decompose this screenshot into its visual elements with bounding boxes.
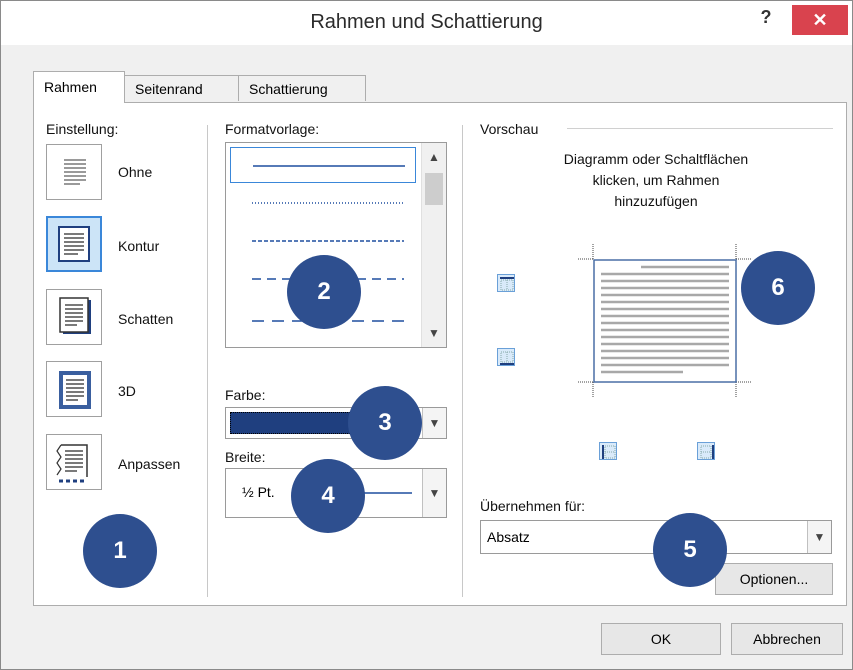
callout-marker-6: 6 <box>741 251 815 325</box>
borders-and-shading-dialog: Rahmen und Schattierung ? ✕ Rahmen Seite… <box>0 0 853 670</box>
color-header: Farbe: <box>225 387 266 403</box>
top-border-icon <box>500 277 514 291</box>
width-header: Breite: <box>225 449 266 465</box>
setting-shadow-button[interactable] <box>46 289 102 345</box>
setting-none-button[interactable] <box>46 144 102 200</box>
box-border-icon <box>58 226 90 262</box>
right-border-icon <box>700 445 714 459</box>
preview-diagram[interactable] <box>571 244 751 398</box>
tab-rahmen[interactable]: Rahmen <box>33 71 125 103</box>
style-item-dashed-small[interactable] <box>230 223 416 259</box>
callout-marker-3: 3 <box>348 386 422 460</box>
tab-seitenrand[interactable]: Seitenrand <box>124 75 239 101</box>
tab-seitenrand-label: Seitenrand <box>135 81 203 97</box>
ok-button[interactable]: OK <box>601 623 721 655</box>
no-border-icon <box>64 159 86 185</box>
setting-3d-label[interactable]: 3D <box>118 383 136 399</box>
setting-3d-button[interactable] <box>46 361 102 417</box>
bottom-border-icon <box>500 351 514 365</box>
setting-none-label[interactable]: Ohne <box>118 164 152 180</box>
custom-border-icon <box>56 444 88 483</box>
cancel-button[interactable]: Abbrechen <box>731 623 843 655</box>
setting-box-button[interactable] <box>46 216 102 272</box>
tab-schattierung-label: Schattierung <box>249 81 328 97</box>
preview-instruction-line3: hinzuzufügen <box>614 193 698 209</box>
top-border-toggle[interactable] <box>497 274 515 292</box>
help-button[interactable]: ? <box>753 7 779 33</box>
style-list-scrollbar[interactable]: ▲ ▼ <box>421 143 446 347</box>
divider-settings <box>207 125 208 597</box>
preview-group-line <box>567 128 833 129</box>
apply-to-value: Absatz <box>487 529 530 545</box>
chevron-down-icon[interactable]: ▼ <box>807 521 831 553</box>
callout-marker-4: 4 <box>291 459 365 533</box>
callout-marker-1: 1 <box>83 514 157 588</box>
close-button[interactable]: ✕ <box>792 5 848 35</box>
left-border-icon <box>602 445 616 459</box>
bottom-border-toggle[interactable] <box>497 348 515 366</box>
title-bar[interactable]: Rahmen und Schattierung ? ✕ <box>1 1 852 45</box>
settings-header: Einstellung: <box>46 121 119 137</box>
style-header: Formatvorlage: <box>225 121 320 137</box>
tab-schattierung[interactable]: Schattierung <box>238 75 366 101</box>
chevron-down-icon[interactable]: ▼ <box>422 408 446 438</box>
apply-to-header: Übernehmen für: <box>480 498 586 514</box>
setting-custom-button[interactable] <box>46 434 102 490</box>
3d-border-icon <box>59 371 91 409</box>
left-border-toggle[interactable] <box>599 442 617 460</box>
preview-instruction-line2: klicken, um Rahmen <box>592 172 720 188</box>
options-button[interactable]: Optionen... <box>715 563 833 595</box>
divider-preview <box>462 125 463 597</box>
right-border-toggle[interactable] <box>697 442 715 460</box>
tab-rahmen-label: Rahmen <box>44 79 97 95</box>
preview-header: Vorschau <box>480 121 539 137</box>
style-item-dotted[interactable] <box>230 185 416 221</box>
setting-shadow-label[interactable]: Schatten <box>118 311 173 327</box>
preview-instruction-line1: Diagramm oder Schaltflächen <box>563 151 749 167</box>
dialog-title: Rahmen und Schattierung <box>310 11 543 33</box>
shadow-border-icon <box>59 297 91 334</box>
style-item-solid[interactable] <box>230 147 416 183</box>
setting-custom-label[interactable]: Anpassen <box>118 456 180 472</box>
scroll-up-icon[interactable]: ▲ <box>422 145 446 169</box>
scroll-thumb[interactable] <box>425 173 443 205</box>
callout-marker-2: 2 <box>287 255 361 329</box>
chevron-down-icon[interactable]: ▼ <box>422 469 446 517</box>
scroll-down-icon[interactable]: ▼ <box>422 321 446 345</box>
callout-marker-5: 5 <box>653 513 727 587</box>
setting-box-label[interactable]: Kontur <box>118 238 159 254</box>
